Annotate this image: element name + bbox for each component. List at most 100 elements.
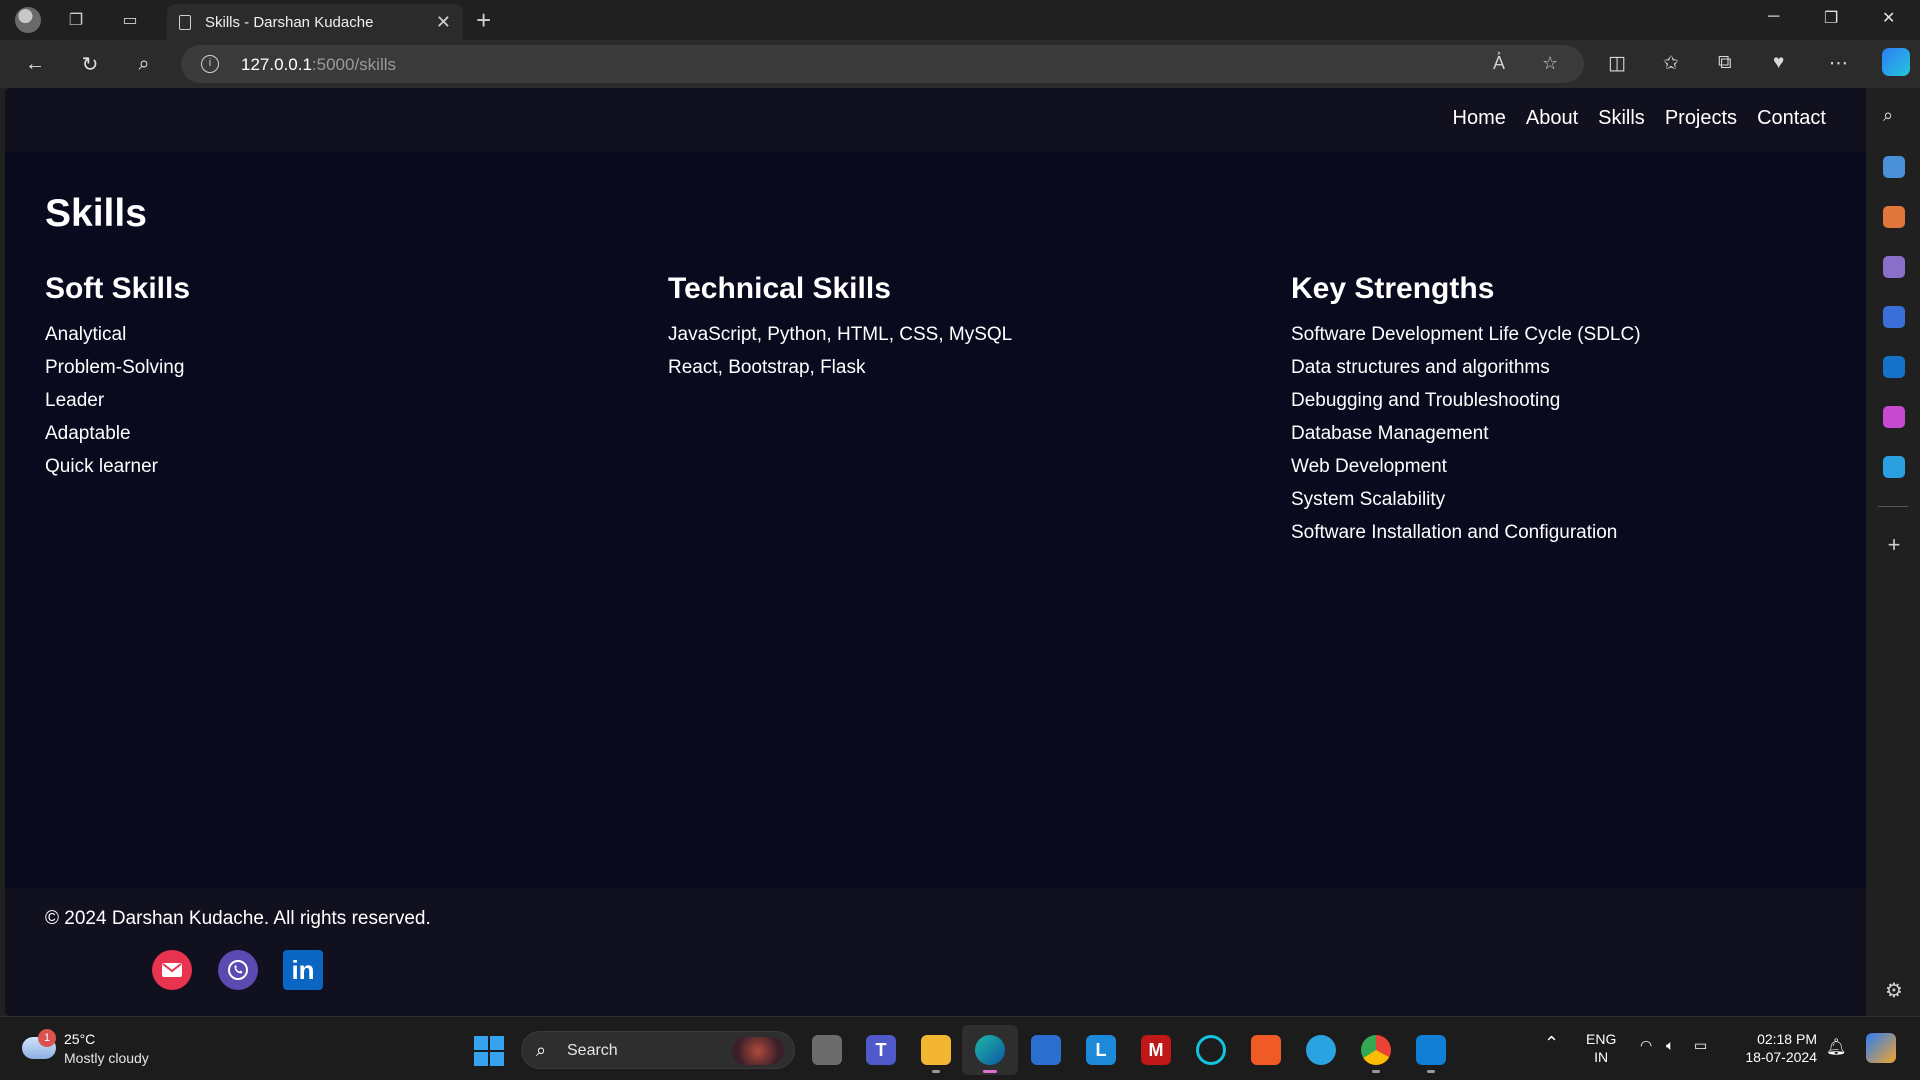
nav-skills[interactable]: Skills [1598, 107, 1645, 130]
edge-sidebar: ⌕ + ⚙ [1866, 88, 1920, 1016]
tab-actions-icon[interactable]: ▭ [116, 6, 144, 34]
clock-date: 18-07-2024 [1745, 1049, 1817, 1065]
url-host: 127.0.0.1 [241, 55, 312, 74]
sidebar-divider [1878, 506, 1908, 507]
page-title: Skills [45, 192, 147, 235]
list-item: Quick learner [45, 456, 158, 477]
list-item: Data structures and algorithms [1291, 357, 1550, 378]
workspaces-icon[interactable]: ❐ [62, 6, 90, 34]
drop-send-icon[interactable] [1883, 456, 1905, 478]
close-tab-icon[interactable]: ✕ [436, 12, 451, 33]
notification-bell-icon[interactable]: 🔔︎ [1826, 1037, 1846, 1057]
minimize-icon[interactable]: ─ [1768, 8, 1779, 26]
address-bar[interactable]: i 127.0.0.1:5000/skills A͐ ☆ [181, 45, 1584, 83]
weather-widget[interactable]: 1 25°C Mostly cloudy [22, 1029, 172, 1069]
copilot-taskbar-icon[interactable] [1866, 1033, 1896, 1063]
lens-l-icon[interactable]: L [1086, 1035, 1116, 1065]
copyright-text: © 2024 Darshan Kudache. All rights reser… [45, 908, 431, 929]
clock-time: 02:18 PM [1757, 1031, 1817, 1047]
mail-icon[interactable] [152, 950, 192, 990]
telegram-icon[interactable] [1306, 1035, 1336, 1065]
favorite-star-icon[interactable]: ☆ [1542, 53, 1558, 74]
nav-home[interactable]: Home [1453, 107, 1506, 130]
search-icon: ⌕ [536, 1040, 547, 1060]
weather-condition: Mostly cloudy [64, 1050, 149, 1066]
chrome-icon[interactable] [1361, 1035, 1391, 1073]
chevron-up-icon[interactable]: ⌃ [1544, 1033, 1559, 1054]
teams-icon[interactable]: T [866, 1035, 896, 1065]
windows-taskbar: 1 25°C Mostly cloudy ⌕ Search T L M ⌃ EN… [0, 1016, 1920, 1080]
designer-icon[interactable] [1883, 406, 1905, 428]
url-text[interactable]: 127.0.0.1:5000/skills [241, 55, 396, 75]
search-label: Search [567, 1042, 618, 1059]
split-screen-icon[interactable]: ◫ [1608, 52, 1626, 75]
section-heading: Key Strengths [1291, 272, 1495, 305]
tools-briefcase-icon[interactable] [1883, 206, 1905, 228]
section-heading: Soft Skills [45, 272, 191, 305]
list-item: Debugging and Troubleshooting [1291, 390, 1561, 411]
browser-tab-bar: ❐ ▭ Skills - Darshan Kudache ✕ + ─ ❐ ✕ [0, 0, 1920, 40]
tab-skills[interactable]: Skills - Darshan Kudache ✕ [167, 4, 463, 40]
linkedin-icon[interactable]: in [283, 950, 323, 990]
nav-contact[interactable]: Contact [1757, 107, 1826, 130]
copilot-sidebar-icon[interactable] [1883, 306, 1905, 328]
region-code: IN [1594, 1049, 1609, 1065]
more-menu-icon[interactable]: ⋯ [1829, 52, 1848, 75]
site-info-icon[interactable]: i [201, 55, 219, 73]
viber-icon[interactable] [218, 950, 258, 990]
alexa-icon[interactable] [1196, 1035, 1226, 1065]
search-highlight-image [732, 1037, 784, 1065]
technical-skills-section: Technical Skills JavaScript, Python, HTM… [668, 272, 1268, 384]
edge-icon[interactable] [975, 1035, 1005, 1073]
list-item: Leader [45, 390, 105, 411]
battery-icon[interactable]: ▭ [1694, 1037, 1707, 1054]
list-item: React, Bootstrap, Flask [668, 357, 866, 378]
sidebar-search-icon[interactable]: ⌕ [1883, 105, 1905, 127]
shopping-tag-icon[interactable] [1883, 156, 1905, 178]
restore-icon[interactable]: ❐ [1824, 8, 1838, 28]
notification-badge: 1 [38, 1029, 56, 1047]
new-tab-button[interactable]: + [476, 6, 491, 34]
file-explorer-icon[interactable] [921, 1035, 951, 1073]
browser-essentials-icon[interactable]: ♥ [1773, 52, 1784, 74]
store-icon[interactable] [1031, 1035, 1061, 1065]
outlook-icon[interactable] [1883, 356, 1905, 378]
system-clock[interactable]: 02:18 PM 18-07-2024 [1737, 1030, 1817, 1066]
wifi-icon[interactable]: ◠ [1640, 1037, 1652, 1054]
add-sidebar-icon[interactable]: + [1883, 532, 1905, 557]
copilot-icon[interactable] [1882, 48, 1910, 76]
start-button[interactable] [474, 1036, 504, 1066]
nav-projects[interactable]: Projects [1665, 107, 1737, 130]
mcafee-icon[interactable]: M [1141, 1035, 1171, 1065]
language-code: ENG [1586, 1031, 1617, 1047]
taskbar-search[interactable]: ⌕ Search [521, 1031, 795, 1069]
list-item: Analytical [45, 324, 127, 345]
refresh-icon[interactable]: ↻ [76, 50, 104, 78]
nav-about[interactable]: About [1526, 107, 1578, 130]
section-heading: Technical Skills [668, 272, 891, 305]
vscode-icon[interactable] [1416, 1035, 1446, 1073]
search-icon[interactable]: ⌕ [130, 50, 158, 78]
list-item: System Scalability [1291, 489, 1446, 510]
profile-avatar[interactable] [14, 6, 42, 34]
site-footer: © 2024 Darshan Kudache. All rights reser… [5, 888, 1866, 1016]
read-aloud-icon[interactable]: A͐ [1493, 53, 1505, 74]
list-item: Software Installation and Configuration [1291, 522, 1618, 543]
task-view-icon[interactable] [812, 1035, 842, 1065]
list-item: JavaScript, Python, HTML, CSS, MySQL [668, 324, 1013, 345]
games-icon[interactable] [1883, 256, 1905, 278]
close-window-icon[interactable]: ✕ [1882, 8, 1895, 28]
back-icon[interactable]: ← [21, 50, 49, 78]
key-strengths-section: Key Strengths Software Development Life … [1291, 272, 1866, 549]
site-navbar: Home About Skills Projects Contact [5, 88, 1866, 152]
list-item: Adaptable [45, 423, 131, 444]
brave-icon[interactable] [1251, 1035, 1281, 1065]
collections-icon[interactable]: ⧉ [1718, 52, 1732, 74]
page-icon [179, 14, 191, 30]
language-indicator[interactable]: ENG IN [1586, 1030, 1616, 1066]
favorites-icon[interactable]: ✩ [1663, 52, 1679, 75]
settings-gear-icon[interactable]: ⚙ [1883, 978, 1905, 1002]
list-item: Database Management [1291, 423, 1489, 444]
list-item: Problem-Solving [45, 357, 185, 378]
volume-icon[interactable]: 🔈︎ [1666, 1037, 1674, 1054]
